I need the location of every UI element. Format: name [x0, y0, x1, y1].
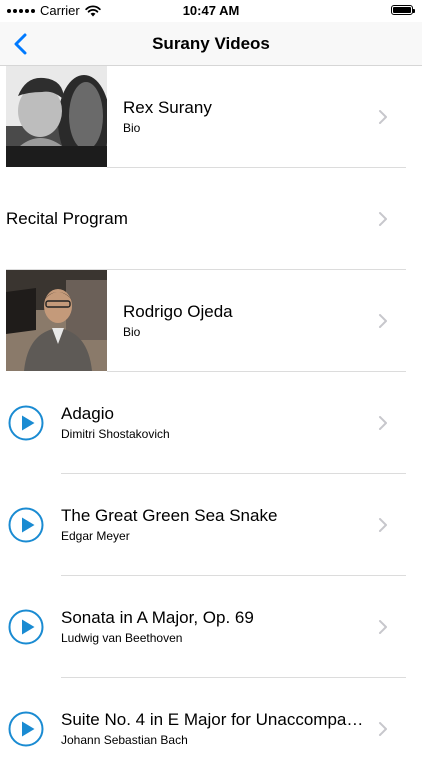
- row-title: Recital Program: [6, 209, 128, 228]
- chevron-right-icon: [379, 212, 387, 226]
- status-time: 10:47 AM: [182, 3, 240, 18]
- chevron-right-icon: [379, 518, 387, 532]
- play-icon: [8, 405, 44, 441]
- row-subtitle: Bio: [123, 325, 141, 339]
- rex-surany-photo: [6, 66, 107, 167]
- list-item-rodrigo-ojeda[interactable]: Rodrigo Ojeda Bio: [0, 270, 422, 372]
- list-item-rex-surany[interactable]: Rex Surany Bio: [0, 66, 422, 168]
- row-subtitle: Ludwig van Beethoven: [61, 631, 183, 645]
- list-item-recital-program[interactable]: Recital Program: [0, 168, 422, 270]
- row-title: Suite No. 4 in E Major for Unaccompanied…: [61, 710, 369, 729]
- row-subtitle: Johann Sebastian Bach: [61, 733, 188, 747]
- row-title: Rex Surany: [123, 98, 212, 117]
- rodrigo-ojeda-photo: [6, 270, 107, 371]
- chevron-right-icon: [379, 722, 387, 736]
- chevron-right-icon: [379, 416, 387, 430]
- row-title: Adagio: [61, 404, 114, 423]
- video-list: Rex Surany Bio Recital Program Rodrigo O…: [0, 66, 422, 780]
- list-item-adagio[interactable]: Adagio Dimitri Shostakovich: [0, 372, 422, 474]
- row-title: Sonata in A Major, Op. 69: [61, 608, 254, 627]
- list-item-suite-no-4[interactable]: Suite No. 4 in E Major for Unaccompanied…: [0, 678, 422, 780]
- chevron-right-icon: [379, 620, 387, 634]
- play-icon: [8, 609, 44, 645]
- battery-icon: [391, 5, 415, 15]
- navigation-bar: Surany Videos: [0, 22, 422, 66]
- play-icon: [8, 507, 44, 543]
- row-subtitle: Edgar Meyer: [61, 529, 130, 543]
- row-title: The Great Green Sea Snake: [61, 506, 278, 525]
- chevron-right-icon: [379, 110, 387, 124]
- list-item-sonata-a-major[interactable]: Sonata in A Major, Op. 69 Ludwig van Bee…: [0, 576, 422, 678]
- play-icon: [8, 711, 44, 747]
- row-subtitle: Dimitri Shostakovich: [61, 427, 170, 441]
- page-title: Surany Videos: [152, 34, 270, 53]
- list-item-great-green-sea-snake[interactable]: The Great Green Sea Snake Edgar Meyer: [0, 474, 422, 576]
- row-title: Rodrigo Ojeda: [123, 302, 233, 321]
- row-subtitle: Bio: [123, 121, 141, 135]
- chevron-right-icon: [379, 314, 387, 328]
- status-bar: Carrier 10:47 AM: [0, 0, 422, 22]
